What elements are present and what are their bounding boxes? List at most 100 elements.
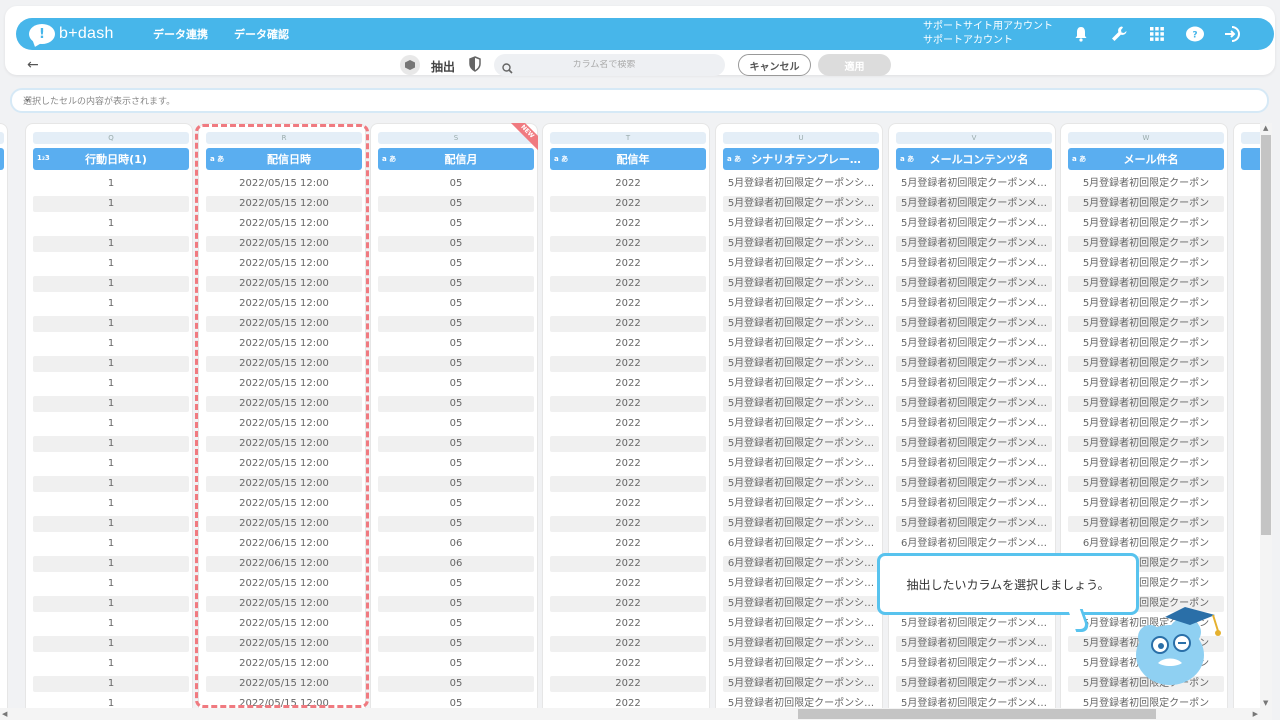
shield-icon[interactable] <box>469 56 481 76</box>
table-cell[interactable]: 5月登録者初回限定クーポンシ… <box>723 676 879 696</box>
scroll-right-arrow-icon[interactable]: ▶ <box>1253 710 1258 718</box>
table-cell[interactable]: 5月登録者初回限定クーポン <box>1068 496 1224 516</box>
table-cell[interactable]: 2022 <box>550 696 706 708</box>
table-cell[interactable]: 1 <box>33 256 189 276</box>
table-cell[interactable]: 1 <box>33 436 189 456</box>
table-cell[interactable]: 2022/05/15 12:00 <box>206 596 362 616</box>
grid-menu-icon[interactable] <box>1146 23 1168 45</box>
table-cell[interactable]: 5月登録者初回限定クーポンメ… <box>896 236 1052 256</box>
table-cell[interactable]: 5月登録者初回限定クーポンシ… <box>723 576 879 596</box>
column-header[interactable] <box>0 148 4 170</box>
table-cell[interactable]: 2022/05/15 12:00 <box>206 636 362 656</box>
table-cell[interactable]: 2022 <box>550 536 706 556</box>
table-cell[interactable]: 2022 <box>550 236 706 256</box>
table-cell[interactable]: 2022/05/15 12:00 <box>206 276 362 296</box>
table-cell[interactable]: 2022 <box>550 276 706 296</box>
table-cell[interactable]: 1 <box>33 356 189 376</box>
table-cell[interactable]: 5月登録者初回限定クーポン <box>1068 256 1224 276</box>
table-cell[interactable]: 2022/05/15 12:00 <box>206 216 362 236</box>
table-cell[interactable]: 5月登録者初回限定クーポンシ… <box>723 616 879 636</box>
table-cell[interactable]: 1 <box>33 456 189 476</box>
table-cell[interactable]: 5月登録者初回限定クーポン <box>1068 216 1224 236</box>
help-mascot-icon[interactable]: ? <box>1184 23 1206 45</box>
table-cell[interactable]: 5月登録者初回限定クーポン <box>1068 296 1224 316</box>
table-cell[interactable]: 5月登録者初回限定クーポン <box>1068 696 1224 708</box>
wrench-icon[interactable] <box>1108 23 1130 45</box>
table-cell[interactable]: 1 <box>33 516 189 536</box>
table-cell[interactable]: 2022 <box>550 256 706 276</box>
table-cell[interactable]: 05 <box>378 676 534 696</box>
table-cell[interactable]: 2022/05/15 12:00 <box>206 176 362 196</box>
table-cell[interactable]: 2022/05/15 12:00 <box>206 196 362 216</box>
table-cell[interactable]: 1 <box>33 296 189 316</box>
table-cell[interactable]: 2022/05/15 12:00 <box>206 676 362 696</box>
table-cell[interactable]: 5月登録者初回限定クーポンメ… <box>896 416 1052 436</box>
table-cell[interactable]: 05 <box>378 196 534 216</box>
column-q[interactable]: Q 1₂3 行動日時(1) 1 1 1 1 1 1 1 1 1 1 1 1 1 1 1 1 1 1 1 1 1 1 1 1 1 1 1 <box>25 123 193 708</box>
table-cell[interactable]: 6月登録者初回限定クーポンシ… <box>723 536 879 556</box>
table-cell[interactable]: 1 <box>33 336 189 356</box>
table-cell[interactable]: 5月登録者初回限定クーポンシ… <box>723 416 879 436</box>
vertical-scroll-thumb[interactable] <box>1261 135 1271 535</box>
table-cell[interactable]: 05 <box>378 436 534 456</box>
table-cell[interactable]: 05 <box>378 516 534 536</box>
table-cell[interactable]: 05 <box>378 616 534 636</box>
table-cell[interactable]: 05 <box>378 576 534 596</box>
table-cell[interactable]: 2022/06/15 12:00 <box>206 556 362 576</box>
table-cell[interactable]: 2022/05/15 12:00 <box>206 296 362 316</box>
table-cell[interactable]: 1 <box>33 276 189 296</box>
table-cell[interactable]: 1 <box>33 396 189 416</box>
table-cell[interactable]: 2022 <box>550 336 706 356</box>
table-cell[interactable]: 2022 <box>550 496 706 516</box>
table-cell[interactable]: 2022 <box>550 476 706 496</box>
column-header[interactable]: a あ メール件名 <box>1068 148 1224 170</box>
table-cell[interactable]: 5月登録者初回限定クーポンメ… <box>896 196 1052 216</box>
column-u[interactable]: Ua あシナリオテンプレー… 5月登録者初回限定クーポンシ… 5月登録者初回限定クー… <box>715 123 883 708</box>
column-r[interactable]: Ra あ配信日時 2022/05/15 12:00 2022/05/15 12:00… <box>198 123 366 708</box>
table-cell[interactable]: 5月登録者初回限定クーポンメ… <box>896 336 1052 356</box>
table-cell[interactable]: 2022 <box>550 456 706 476</box>
table-cell[interactable]: 5月登録者初回限定クーポンメ… <box>896 476 1052 496</box>
table-cell[interactable]: 5月登録者初回限定クーポンメ… <box>896 436 1052 456</box>
table-cell[interactable]: 1 <box>33 496 189 516</box>
table-cell[interactable]: 05 <box>378 376 534 396</box>
table-cell[interactable]: 2022 <box>550 296 706 316</box>
table-cell[interactable]: 05 <box>378 396 534 416</box>
table-cell[interactable]: 5月登録者初回限定クーポン <box>1068 236 1224 256</box>
table-cell[interactable]: 2022 <box>550 376 706 396</box>
table-cell[interactable]: 5月登録者初回限定クーポンシ… <box>723 336 879 356</box>
apply-button[interactable]: 適用 <box>818 54 891 76</box>
search-input[interactable] <box>514 60 694 70</box>
table-cell[interactable]: 5月登録者初回限定クーポン <box>1068 356 1224 376</box>
table-cell[interactable]: 1 <box>33 656 189 676</box>
table-cell[interactable]: 1 <box>33 416 189 436</box>
table-cell[interactable]: 5月登録者初回限定クーポン <box>1068 316 1224 336</box>
table-cell[interactable]: 2022 <box>550 656 706 676</box>
scroll-left-arrow-icon[interactable]: ◀ <box>2 710 7 718</box>
table-cell[interactable]: 5月登録者初回限定クーポンシ… <box>723 516 879 536</box>
table-cell[interactable]: 5月登録者初回限定クーポンメ… <box>896 696 1052 708</box>
table-cell[interactable]: 5月登録者初回限定クーポンシ… <box>723 296 879 316</box>
table-cell[interactable]: 5月登録者初回限定クーポンシ… <box>723 456 879 476</box>
table-cell[interactable]: 05 <box>378 476 534 496</box>
table-cell[interactable]: 2022/05/15 12:00 <box>206 516 362 536</box>
column-partial-right[interactable] <box>1233 123 1260 708</box>
table-cell[interactable]: 1 <box>33 376 189 396</box>
table-cell[interactable]: 5月登録者初回限定クーポン <box>1068 456 1224 476</box>
table-cell[interactable]: 05 <box>378 176 534 196</box>
table-cell[interactable]: 2022 <box>550 176 706 196</box>
table-cell[interactable]: 5月登録者初回限定クーポンメ… <box>896 516 1052 536</box>
table-cell[interactable]: 2022/05/15 12:00 <box>206 396 362 416</box>
table-cell[interactable]: 1 <box>33 176 189 196</box>
table-cell[interactable]: 2022/06/15 12:00 <box>206 536 362 556</box>
table-cell[interactable]: 5月登録者初回限定クーポンメ… <box>896 216 1052 236</box>
table-cell[interactable]: 5月登録者初回限定クーポンシ… <box>723 396 879 416</box>
column-header[interactable]: a あ 配信年 <box>550 148 706 170</box>
table-cell[interactable]: 05 <box>378 636 534 656</box>
table-cell[interactable]: 5月登録者初回限定クーポンメ… <box>896 456 1052 476</box>
table-cell[interactable]: 05 <box>378 316 534 336</box>
nav-data-check[interactable]: データ確認 <box>234 26 289 42</box>
table-cell[interactable]: 2022/05/15 12:00 <box>206 256 362 276</box>
table-cell[interactable]: 05 <box>378 236 534 256</box>
back-arrow-icon[interactable]: ← <box>27 57 39 73</box>
